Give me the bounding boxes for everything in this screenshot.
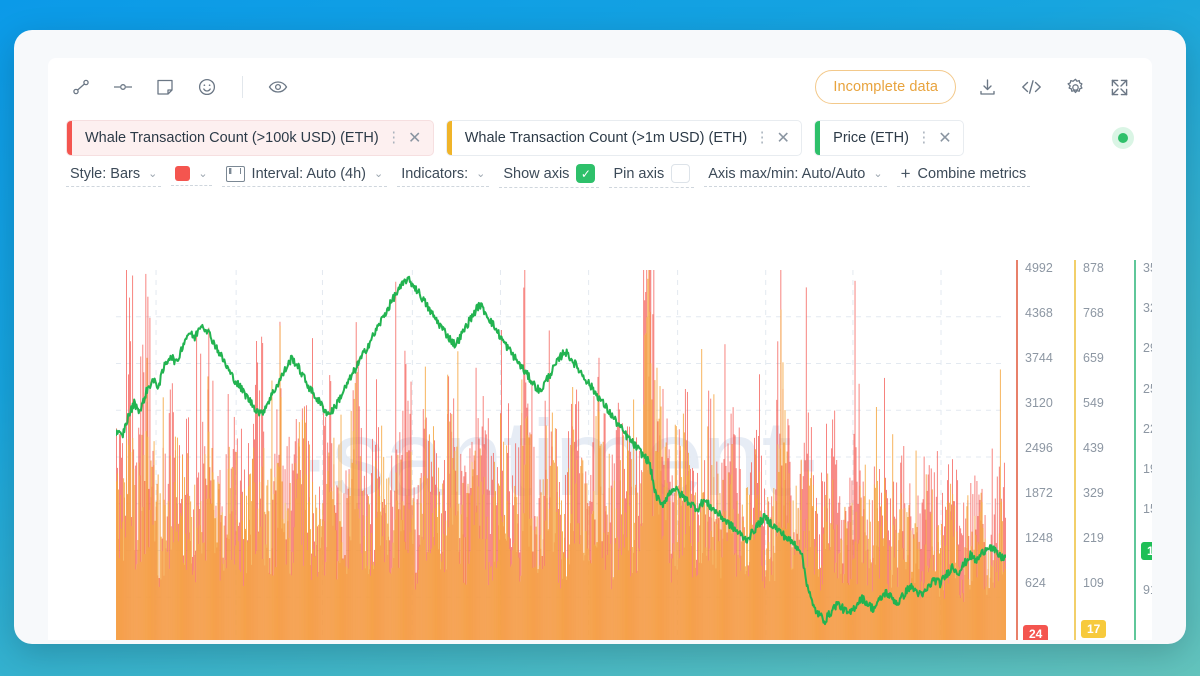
axis-spine	[1016, 260, 1018, 640]
chart-toolbar: Incomplete data	[48, 58, 1152, 116]
metric-label: Price (ETH)	[833, 130, 909, 146]
pin-axis-label: Pin axis	[613, 165, 665, 182]
chart-svg[interactable]	[116, 270, 1006, 640]
axis-tick-label: 1575	[1143, 502, 1152, 517]
level-tool-icon[interactable]	[110, 74, 136, 100]
y-axis-whale-1m[interactable]: 878 768 659 549 439 329 219 109 17	[1074, 260, 1132, 640]
toolbar-divider	[242, 76, 243, 98]
combine-metrics-button[interactable]: + Combine metrics	[896, 163, 1031, 187]
chevron-down-icon: ⌄	[476, 168, 486, 180]
note-tool-icon[interactable]	[152, 74, 178, 100]
axis-tick-label: 329	[1083, 486, 1104, 501]
axis-tick-label: 3744	[1025, 351, 1053, 366]
axis-tick-label: 549	[1083, 396, 1104, 411]
metric-chip-price[interactable]: Price (ETH) ⋮ ✕	[814, 120, 964, 156]
axis-tick-label: 878	[1083, 261, 1104, 275]
axis-tick-label: 1248	[1025, 531, 1053, 546]
chevron-down-icon: ⌄	[873, 168, 883, 180]
axis-current-value-badge: 1526	[1141, 541, 1152, 560]
chevron-down-icon: ⌄	[374, 168, 384, 180]
toolbar-right-group: Incomplete data	[815, 70, 1132, 104]
axis-tick-label: 2496	[1025, 441, 1053, 456]
axis-tick-label: 1906	[1143, 462, 1152, 477]
metric-menu-icon[interactable]: ⋮	[385, 130, 403, 145]
style-label: Style: Bars	[70, 165, 141, 182]
axis-tick-label: 768	[1083, 306, 1104, 321]
chevron-down-icon: ⌄	[148, 168, 158, 180]
axis-tick-label: 3562	[1143, 261, 1152, 275]
toolbar-left-group	[68, 74, 291, 100]
axis-tick-label: 1872	[1025, 486, 1053, 501]
axis-tick-label: 219	[1083, 531, 1104, 546]
show-axis-label: Show axis	[503, 165, 570, 182]
color-selector[interactable]: ⌄	[171, 164, 212, 186]
metrics-row: Whale Transaction Count (>100k USD) (ETH…	[66, 116, 1134, 160]
color-swatch	[175, 166, 191, 181]
metric-label: Whale Transaction Count (>1m USD) (ETH)	[464, 130, 748, 146]
axis-spine	[1134, 260, 1136, 640]
chart-plot	[116, 270, 1006, 640]
axis-tick-label: 439	[1083, 441, 1104, 456]
indicators-label: Indicators:	[401, 165, 469, 182]
axis-tick-label: 2900	[1143, 341, 1152, 356]
show-axis-toggle[interactable]: Show axis ✓	[499, 162, 600, 188]
metric-close-icon[interactable]: ✕	[403, 128, 427, 148]
check-icon: ✓	[580, 166, 591, 181]
metric-chip-whale-1m[interactable]: Whale Transaction Count (>1m USD) (ETH) …	[445, 120, 803, 156]
pin-axis-toggle[interactable]: Pin axis	[609, 162, 695, 188]
axis-spine	[1074, 260, 1076, 640]
axis-tick-label: 2568	[1143, 381, 1152, 396]
axis-tick-label: 3120	[1025, 396, 1053, 411]
chart-options-row: Style: Bars ⌄ ⌄ Interval: Auto (4h) ⌄ In…	[66, 158, 1134, 192]
axis-tick-label: 624	[1025, 576, 1046, 591]
axis-minmax-selector[interactable]: Axis max/min: Auto/Auto ⌄	[704, 164, 887, 187]
metric-menu-icon[interactable]: ⋮	[915, 130, 933, 145]
axis-tick-label: 4368	[1025, 306, 1053, 321]
pin-axis-checkbox[interactable]	[671, 164, 691, 183]
axis-tick-label: 2237	[1143, 421, 1152, 436]
metric-close-icon[interactable]: ✕	[933, 128, 957, 148]
style-selector[interactable]: Style: Bars ⌄	[66, 164, 162, 187]
interval-label: Interval: Auto (4h)	[251, 165, 366, 182]
line-tool-icon[interactable]	[68, 74, 94, 100]
indicators-selector[interactable]: Indicators: ⌄	[397, 164, 490, 187]
y-axis-whale-100k[interactable]: 4992 4368 3744 3120 2496 1872 1248 624 24	[1016, 260, 1074, 640]
axis-tick-label: 109	[1083, 576, 1104, 591]
metric-menu-icon[interactable]: ⋮	[753, 130, 771, 145]
app-card: Incomplete data Whale Transaction Count …	[14, 30, 1186, 644]
axis-tick-label: 659	[1083, 351, 1104, 366]
axis-minmax-label: Axis max/min: Auto/Auto	[708, 165, 866, 182]
chart-panel: Incomplete data Whale Transaction Count …	[48, 58, 1152, 640]
live-status-indicator	[1112, 127, 1134, 149]
axis-tick-label: 3231	[1143, 301, 1152, 316]
eye-icon[interactable]	[265, 74, 291, 100]
gear-icon[interactable]	[1062, 74, 1088, 100]
show-axis-checkbox[interactable]: ✓	[576, 164, 596, 183]
download-icon[interactable]	[974, 74, 1000, 100]
axis-tick-label: 912	[1143, 582, 1152, 597]
fullscreen-icon[interactable]	[1106, 74, 1132, 100]
axis-tick-label: 4992	[1025, 261, 1053, 275]
interval-icon	[225, 165, 245, 182]
y-axis-price[interactable]: 356232312900256822371906157512439121526	[1134, 260, 1152, 640]
incomplete-data-button[interactable]: Incomplete data	[815, 70, 956, 104]
code-icon[interactable]	[1018, 74, 1044, 100]
metric-chip-whale-100k[interactable]: Whale Transaction Count (>100k USD) (ETH…	[66, 120, 434, 156]
axis-current-value-badge: 17	[1081, 619, 1107, 638]
emoji-tool-icon[interactable]	[194, 74, 220, 100]
plus-icon: +	[900, 163, 911, 183]
axis-current-value-badge: 24	[1023, 625, 1049, 640]
chart-area: ·santiment· 4992 4368 3744 3120 2496 1872 1248…	[48, 192, 1152, 640]
chevron-down-icon: ⌄	[198, 168, 208, 180]
interval-selector[interactable]: Interval: Auto (4h) ⌄	[221, 164, 388, 187]
metric-label: Whale Transaction Count (>100k USD) (ETH…	[85, 130, 379, 146]
combine-metrics-label: Combine metrics	[917, 165, 1027, 182]
metric-close-icon[interactable]: ✕	[771, 128, 795, 148]
